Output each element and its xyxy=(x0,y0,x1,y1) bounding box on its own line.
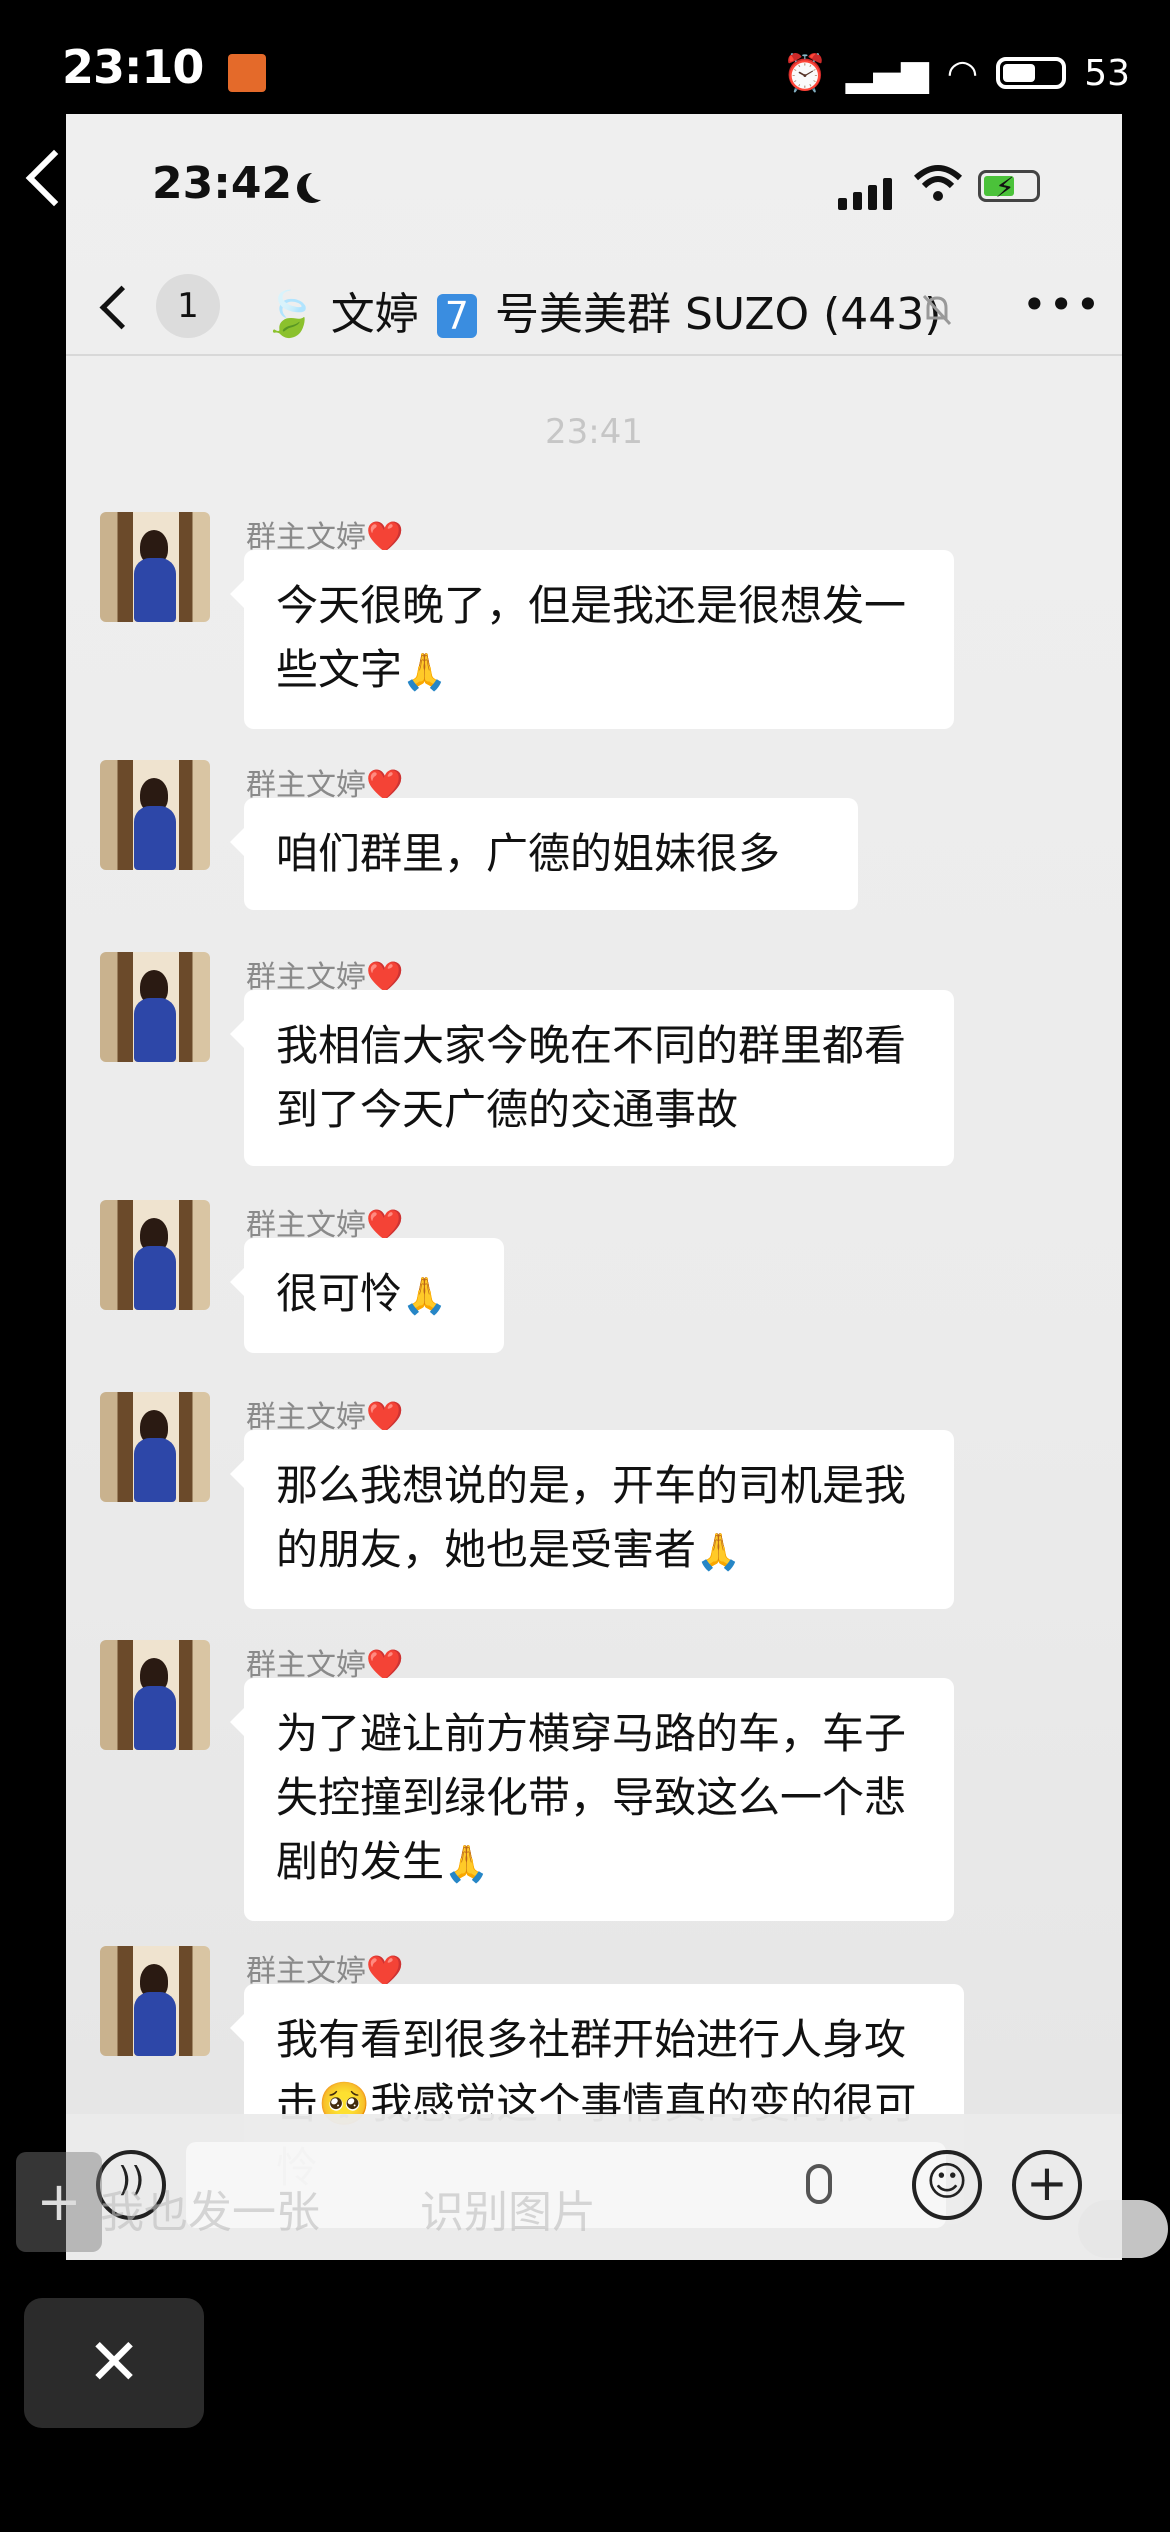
leaf-emoji: 🍃 xyxy=(262,289,317,340)
message-bubble[interactable]: 那么我想说的是，开车的司机是我的朋友，她也是受害者🙏 xyxy=(230,1430,954,1609)
message-bubble[interactable]: 很可怜🙏 xyxy=(230,1238,504,1353)
chat-title[interactable]: 🍃 文婷 7 号美美群 SUZO (443) xyxy=(262,278,941,342)
viewer-status-icons: ⏰ ▂▄▆ ◠ 53 xyxy=(782,52,1130,95)
message-bubble[interactable]: 为了避让前方横穿马路的车，车子失控撞到绿化带，导致这么一个悲剧的发生🙏 xyxy=(230,1678,954,1921)
chat-title-rest: 号美美群 SUZO xyxy=(494,289,810,340)
message-bubble[interactable]: 咱们群里，广德的姐妹很多 xyxy=(230,798,858,910)
message-bubble[interactable]: 今天很晚了，但是我还是很想发一些文字🙏 xyxy=(230,550,954,729)
chat-timestamp: 23:41 xyxy=(545,412,643,452)
battery-level: 53 xyxy=(1084,52,1130,94)
avatar[interactable] xyxy=(100,1200,210,1310)
viewer-status-bar: 23:10 ⏰ ▂▄▆ ◠ 53 xyxy=(0,0,1170,110)
signal-icon: ▂▄▆ xyxy=(845,52,929,94)
pray-emoji: 🙏 xyxy=(444,1844,489,1885)
chat-header: 1 🍃 文婷 7 号美美群 SUZO (443) ••• xyxy=(66,264,1122,356)
pray-emoji: 🙏 xyxy=(402,1276,447,1317)
emoji-icon[interactable]: ☺ xyxy=(912,2150,982,2220)
avatar[interactable] xyxy=(100,512,210,622)
inner-status-time: 23:42 xyxy=(152,158,322,209)
chat-screenshot: 23:42 ⚡ 1 🍃 文婷 7 号美美群 SUZO (443) ••• 23:… xyxy=(66,114,1122,2260)
avatar[interactable] xyxy=(100,1946,210,2056)
mute-icon xyxy=(922,294,952,326)
close-icon[interactable]: ✕ xyxy=(24,2298,204,2428)
toggle-switch[interactable] xyxy=(1078,2200,1168,2258)
charging-battery-icon: ⚡ xyxy=(978,170,1040,204)
battery-icon xyxy=(996,57,1067,89)
post-one-too-label[interactable]: 我也发一张 xyxy=(100,2176,320,2240)
cellular-signal-icon xyxy=(838,174,892,210)
plus-icon[interactable]: + xyxy=(1012,2150,1082,2220)
unread-count-badge[interactable]: 1 xyxy=(156,274,220,338)
wifi-icon: ◠ xyxy=(946,52,979,94)
avatar[interactable] xyxy=(100,952,210,1062)
mic-icon[interactable] xyxy=(806,2164,832,2204)
chat-title-number: 7 xyxy=(436,294,477,338)
avatar[interactable] xyxy=(100,760,210,870)
viewer-status-time: 23:10 xyxy=(62,40,204,94)
moon-icon xyxy=(306,170,336,200)
recognize-image-label[interactable]: 识别图片 xyxy=(420,2176,596,2240)
add-image-button[interactable]: + xyxy=(16,2152,102,2252)
pray-emoji: 🙏 xyxy=(696,1532,741,1573)
chat-title-name: 文婷 xyxy=(330,289,419,340)
notification-app-icon xyxy=(228,54,266,92)
more-icon[interactable]: ••• xyxy=(1022,280,1102,329)
alarm-icon: ⏰ xyxy=(782,53,828,94)
avatar[interactable] xyxy=(100,1392,210,1502)
pray-emoji: 🙏 xyxy=(402,652,447,693)
inner-status-bar: 23:42 ⚡ xyxy=(66,114,1122,234)
avatar[interactable] xyxy=(100,1640,210,1750)
wifi-icon xyxy=(913,165,963,201)
back-icon[interactable] xyxy=(99,285,144,330)
message-bubble[interactable]: 我相信大家今晚在不同的群里都看到了今天广德的交通事故 xyxy=(230,990,954,1166)
